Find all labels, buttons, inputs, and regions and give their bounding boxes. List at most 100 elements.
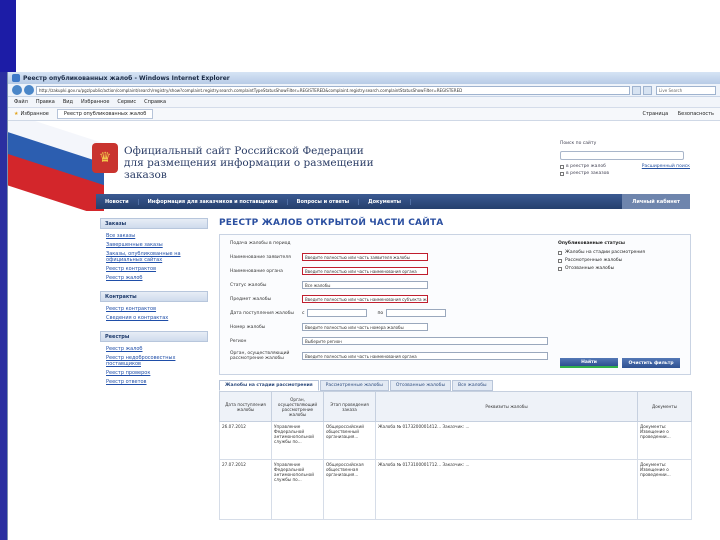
search-option: в реестре заказов [566, 171, 610, 176]
coat-of-arms-icon: ♛ [92, 143, 118, 173]
back-icon[interactable] [12, 85, 22, 95]
details-cell[interactable]: Жалоба № 0173200001412... Заказчик: ... [375, 421, 638, 460]
web-page: ♛ Официальный сайт Российской Федерации … [8, 121, 720, 540]
tab-reviewed[interactable]: Рассмотренные жалобы [319, 380, 389, 391]
sidebar-link[interactable]: Все заказы [106, 233, 208, 239]
address-bar: http://zakupki.gov.ru/pgz/public/action/… [8, 84, 720, 97]
docs-cell[interactable]: Документы: Извещение о проведении... [637, 421, 692, 460]
menu-item[interactable]: Вид [63, 99, 73, 105]
menu-item[interactable]: Сервис [117, 99, 136, 105]
login-button[interactable]: Личный кабинет [622, 194, 690, 209]
checkbox[interactable] [558, 250, 562, 255]
column-header[interactable]: Документы [637, 391, 692, 422]
complainant-input[interactable]: Введите полностью или часть заявителя жа… [302, 253, 428, 261]
nav-item[interactable]: Информация для заказчиков и поставщиков [139, 198, 288, 205]
nav-item[interactable]: Вопросы и ответы [288, 198, 360, 205]
nav-item[interactable]: Документы [359, 198, 412, 205]
sidebar-link[interactable]: Реестр проверок [106, 370, 208, 376]
sidebar-link[interactable]: Реестр контрактов [106, 266, 208, 272]
menu-item[interactable]: Избранное [81, 99, 109, 105]
checkbox[interactable] [558, 266, 562, 271]
forward-icon[interactable] [24, 85, 34, 95]
status-panel: Опубликованные статусы Жалобы на стадии … [558, 241, 684, 274]
favorites-button[interactable]: Избранное [20, 111, 48, 117]
tab-withdrawn[interactable]: Отозванные жалобы [389, 380, 451, 391]
authority-input[interactable]: Введите полностью или часть наименования… [302, 267, 428, 275]
nav-item[interactable]: Новости [96, 198, 139, 205]
tab-under-review[interactable]: Жалобы на стадии рассмотрения [219, 380, 319, 391]
sidebar-link[interactable]: Реестр ответов [106, 379, 208, 385]
status-select[interactable]: Все жалобы [302, 281, 428, 289]
date-to-input[interactable] [386, 309, 447, 317]
favorites-bar: ★ Избранное Реестр опубликованных жалоб … [8, 108, 720, 121]
status-option: Рассмотренные жалобы [565, 258, 623, 263]
menu-item[interactable]: Справка [144, 99, 166, 105]
organ-cell: Управление Федеральной антимонопольной с… [271, 459, 324, 520]
organ-cell: Управление Федеральной антимонопольной с… [271, 421, 324, 460]
subject-input[interactable]: Введите полностью или часть наименования… [302, 295, 428, 303]
menu-item[interactable]: Правка [36, 99, 55, 105]
status-option: Отозванные жалобы [565, 266, 615, 271]
page-menu[interactable]: Страница [643, 111, 669, 117]
date-from-input[interactable] [307, 309, 368, 317]
menu-item[interactable]: Файл [14, 99, 28, 105]
main-content: РЕЕСТР ЖАЛОБ ОТКРЫТОЙ ЧАСТИ САЙТА Подача… [219, 218, 692, 520]
form-label: Номер жалобы [230, 324, 266, 330]
site-search-input[interactable] [560, 151, 684, 160]
search-label: Поиск по сайту [560, 141, 597, 146]
flag-graphic [8, 121, 104, 211]
advanced-search-link[interactable]: Расширенный поиск [642, 164, 690, 169]
organ-input[interactable]: Введите полностью или часть наименования… [302, 352, 548, 360]
security-menu[interactable]: Безопасность [678, 111, 714, 117]
complaints-table: Дата поступления жалобы Орган, осуществл… [219, 391, 692, 520]
form-label: Наименование заявителя [230, 254, 291, 260]
checkbox[interactable] [558, 258, 562, 263]
tab-all[interactable]: Все жалобы [452, 380, 493, 391]
header-search-panel: Поиск по сайту в реестре жалоб Расширенн… [560, 141, 690, 178]
region-select[interactable]: Выберите регион [302, 337, 548, 345]
column-header[interactable]: Реквизиты жалобы [375, 391, 638, 422]
site-title: Официальный сайт Российской Федерации дл… [124, 145, 374, 181]
refresh-icon[interactable] [632, 85, 641, 95]
window-titlebar: Реестр опубликованных жалоб - Windows In… [8, 72, 720, 84]
sidebar-link[interactable]: Реестр жалоб [106, 346, 208, 352]
sidebar-link[interactable]: Заказы, опубликованные на официальных са… [106, 251, 208, 263]
ie-icon [12, 74, 20, 82]
sidebar-head-orders[interactable]: Заказы [100, 218, 208, 229]
form-label: Подача жалобы в период [230, 241, 291, 246]
table-row[interactable]: 26.07.2012 Управление Федеральной антимо… [219, 421, 692, 460]
sidebar-link[interactable]: Сведения о контрактах [106, 315, 208, 321]
form-label: Наименование органа [230, 268, 283, 274]
date-to-label: по [377, 310, 384, 316]
column-header[interactable]: Дата поступления жалобы [219, 391, 272, 422]
table-row[interactable]: 27.07.2012 Управление Федеральной антимо… [219, 459, 692, 520]
sidebar-head-contracts[interactable]: Контракты [100, 291, 208, 302]
stop-icon[interactable] [643, 85, 652, 95]
column-header[interactable]: Орган, осуществляющий рассмотрение жалоб… [271, 391, 324, 422]
sidebar-head-registries[interactable]: Реестры [100, 331, 208, 342]
sidebar-link[interactable]: Реестр недобросовестных поставщиков [106, 355, 208, 367]
find-button[interactable]: Найти [560, 358, 618, 368]
docs-cell[interactable]: Документы: Извещение о проведении... [637, 459, 692, 520]
date-cell: 26.07.2012 [219, 421, 272, 460]
status-option: Жалобы на стадии рассмотрения [565, 250, 645, 255]
form-label: Дата поступления жалобы [230, 310, 294, 316]
sidebar-link[interactable]: Реестр жалоб [106, 275, 208, 281]
clear-filter-button[interactable]: Очистить фильтр [622, 358, 680, 368]
status-panel-title: Опубликованные статусы [558, 241, 625, 246]
checkbox[interactable] [560, 171, 564, 176]
checkbox[interactable] [560, 164, 564, 169]
top-navigation: Новости Информация для заказчиков и пост… [96, 194, 690, 209]
browser-search-input[interactable]: Live Search [656, 85, 716, 95]
number-input[interactable]: Введите полностью или часть номера жалоб… [302, 323, 428, 331]
sidebar-link[interactable]: Реестр контрактов [106, 306, 208, 312]
address-input[interactable]: http://zakupki.gov.ru/pgz/public/action/… [36, 85, 630, 95]
window-title: Реестр опубликованных жалоб - Windows In… [23, 74, 230, 82]
details-cell[interactable]: Жалоба № 0173100001712... Заказчик: ... [375, 459, 638, 520]
date-cell: 27.07.2012 [219, 459, 272, 520]
sidebar-link[interactable]: Завершенные заказы [106, 242, 208, 248]
search-option: в реестре жалоб [566, 164, 606, 169]
slide-strip [0, 72, 7, 540]
browser-tab[interactable]: Реестр опубликованных жалоб [56, 109, 154, 119]
column-header[interactable]: Этап проведения заказа [323, 391, 376, 422]
